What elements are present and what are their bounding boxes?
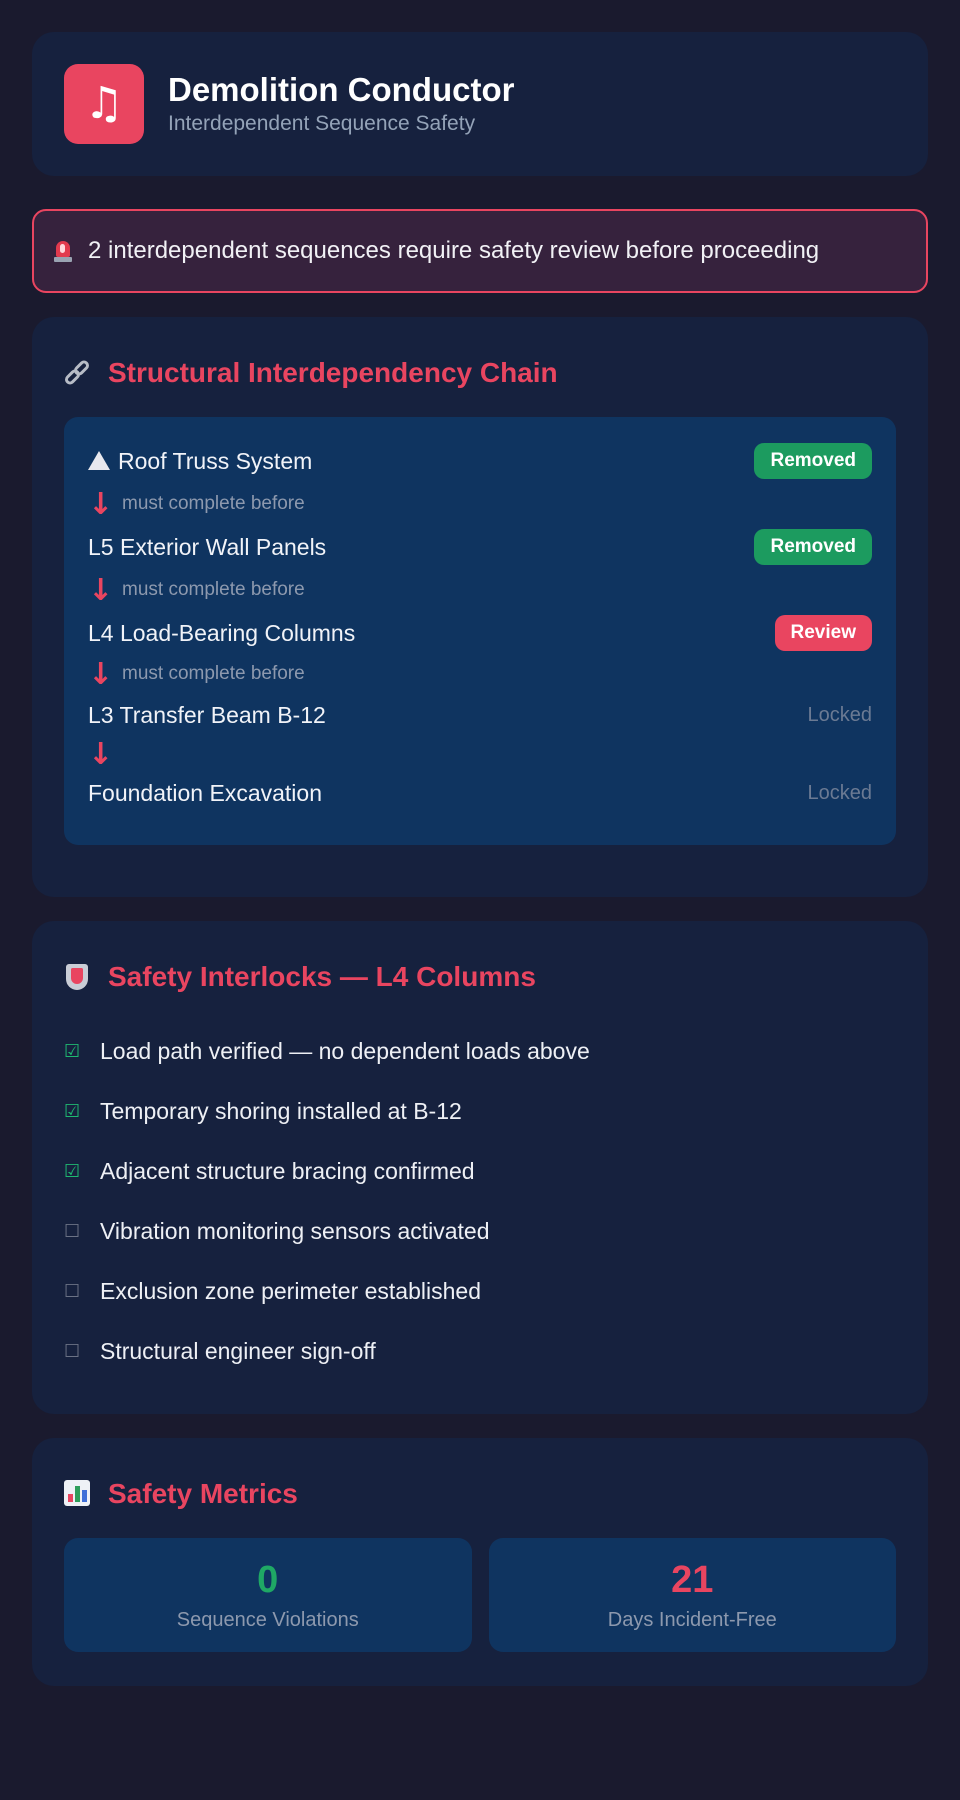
chain-title: Structural Interdependency Chain bbox=[108, 357, 558, 388]
chain-step[interactable]: L4 Load-Bearing Columns Review bbox=[88, 615, 872, 651]
checkbox-empty-icon[interactable]: ☐ bbox=[64, 1281, 84, 1302]
shield-icon bbox=[64, 963, 92, 991]
arrow-down-icon: ↓ bbox=[88, 736, 114, 772]
step-label: L5 Exterior Wall Panels bbox=[88, 533, 327, 560]
metric-label: Days Incident-Free bbox=[607, 1608, 777, 1631]
metric-value: 21 bbox=[671, 1558, 714, 1601]
warning-triangle-icon bbox=[88, 450, 110, 470]
chain-step[interactable]: Foundation Excavation Locked bbox=[88, 775, 872, 811]
checklist-item[interactable]: ☐ Exclusion zone perimeter established bbox=[64, 1261, 896, 1321]
music-note-icon: ♫ bbox=[64, 64, 144, 144]
interlocks-title: Safety Interlocks — L4 Columns bbox=[108, 961, 536, 992]
metric-label: Sequence Violations bbox=[176, 1608, 359, 1631]
checklist-item[interactable]: ☑ Load path verified — no dependent load… bbox=[64, 1021, 896, 1081]
status-badge: Removed bbox=[754, 529, 872, 565]
connector-label: must complete before bbox=[122, 493, 305, 514]
connector-label: must complete before bbox=[122, 579, 305, 600]
chain-connector: ↓ must complete before bbox=[88, 565, 872, 615]
chain-section-title: Structural Interdependency Chain bbox=[62, 357, 896, 389]
app-subtitle: Interdependent Sequence Safety bbox=[168, 112, 476, 135]
connector-label: must complete before bbox=[122, 663, 305, 684]
metric-sequence-violations: 0 Sequence Violations bbox=[64, 1538, 472, 1652]
link-icon bbox=[62, 358, 92, 387]
checklist-item[interactable]: ☑ Adjacent structure bracing confirmed bbox=[64, 1141, 896, 1201]
chain-step[interactable]: L3 Transfer Beam B-12 Locked bbox=[88, 697, 872, 733]
chain-connector: ↓ bbox=[88, 733, 872, 775]
alert-text: 2 interdependent sequences require safet… bbox=[88, 237, 820, 264]
arrow-down-icon: ↓ bbox=[88, 486, 114, 522]
app-header: ♫ Demolition Conductor Interdependent Se… bbox=[32, 32, 928, 176]
safety-metrics-card: Safety Metrics 0 Sequence Violations 21 … bbox=[32, 1438, 928, 1686]
checkbox-empty-icon[interactable]: ☐ bbox=[64, 1341, 84, 1362]
status-badge: Removed bbox=[754, 443, 872, 479]
chain-connector: ↓ must complete before bbox=[88, 651, 872, 697]
header-titles: Demolition Conductor Interdependent Sequ… bbox=[168, 71, 514, 137]
arrow-down-icon: ↓ bbox=[88, 656, 114, 692]
interlock-checklist: ☑ Load path verified — no dependent load… bbox=[64, 1021, 896, 1381]
metric-value: 0 bbox=[257, 1558, 279, 1601]
arrow-down-icon: ↓ bbox=[88, 572, 114, 608]
status-locked: Locked bbox=[807, 781, 873, 804]
checklist-label: Structural engineer sign-off bbox=[100, 1337, 376, 1364]
checklist-label: Temporary shoring installed at B-12 bbox=[100, 1097, 462, 1124]
metrics-row: 0 Sequence Violations 21 Days Incident-F… bbox=[64, 1538, 896, 1652]
step-label: L3 Transfer Beam B-12 bbox=[88, 701, 326, 728]
checkbox-checked-icon[interactable]: ☑ bbox=[64, 1041, 84, 1062]
metric-days-incident-free: 21 Days Incident-Free bbox=[488, 1538, 896, 1652]
app-title: Demolition Conductor bbox=[168, 71, 515, 108]
checklist-item[interactable]: ☐ Vibration monitoring sensors activated bbox=[64, 1201, 896, 1261]
checklist-label: Exclusion zone perimeter established bbox=[100, 1277, 481, 1304]
step-label: L4 Load-Bearing Columns bbox=[88, 619, 356, 646]
safety-alert-banner[interactable]: 2 interdependent sequences require safet… bbox=[32, 209, 928, 293]
metrics-title: Safety Metrics bbox=[108, 1478, 298, 1509]
status-locked: Locked bbox=[807, 703, 873, 726]
chain-list: Roof Truss System Removed ↓ must complet… bbox=[64, 417, 896, 845]
siren-icon bbox=[54, 239, 72, 263]
checklist-item[interactable]: ☑ Temporary shoring installed at B-12 bbox=[64, 1081, 896, 1141]
interlocks-section-title: Safety Interlocks — L4 Columns bbox=[64, 961, 896, 993]
step-label: Foundation Excavation bbox=[88, 779, 322, 806]
checklist-item[interactable]: ☐ Structural engineer sign-off bbox=[64, 1321, 896, 1381]
chain-step[interactable]: L5 Exterior Wall Panels Removed bbox=[88, 529, 872, 565]
checkbox-checked-icon[interactable]: ☑ bbox=[64, 1101, 84, 1122]
checkbox-checked-icon[interactable]: ☑ bbox=[64, 1161, 84, 1182]
safety-interlocks-card: Safety Interlocks — L4 Columns ☑ Load pa… bbox=[32, 921, 928, 1414]
status-badge[interactable]: Review bbox=[774, 615, 872, 651]
step-label: Roof Truss System bbox=[118, 447, 313, 474]
bar-chart-icon bbox=[64, 1480, 92, 1508]
checkbox-empty-icon[interactable]: ☐ bbox=[64, 1221, 84, 1242]
interdependency-chain-card: Structural Interdependency Chain Roof Tr… bbox=[32, 317, 928, 897]
checklist-label: Load path verified — no dependent loads … bbox=[100, 1037, 590, 1064]
checklist-label: Adjacent structure bracing confirmed bbox=[100, 1157, 475, 1184]
step-name: Roof Truss System bbox=[88, 448, 312, 475]
metrics-section-title: Safety Metrics bbox=[64, 1478, 896, 1510]
chain-step[interactable]: Roof Truss System Removed bbox=[88, 443, 872, 479]
chain-connector: ↓ must complete before bbox=[88, 479, 872, 529]
checklist-label: Vibration monitoring sensors activated bbox=[100, 1217, 490, 1244]
